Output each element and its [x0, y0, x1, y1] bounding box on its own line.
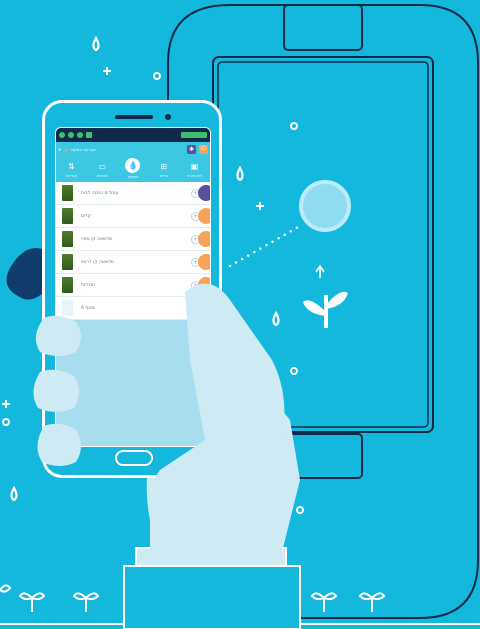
finger-1: [35, 315, 81, 356]
finger-2: [33, 369, 79, 412]
finger-3: [37, 423, 81, 466]
hand-overlay: [33, 283, 285, 560]
hand-thumb: [148, 283, 285, 560]
